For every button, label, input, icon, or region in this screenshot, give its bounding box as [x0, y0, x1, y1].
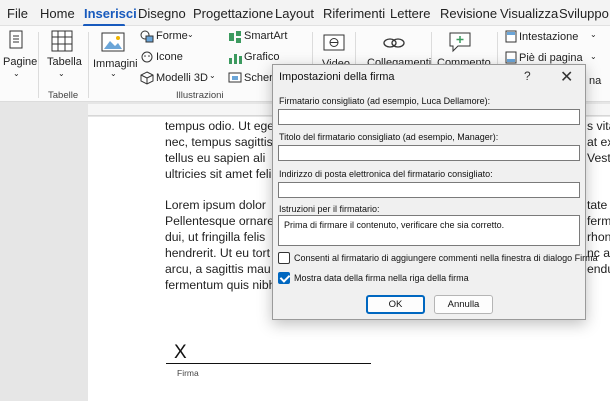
modelli3d-chevron-icon[interactable]: ⌄: [209, 71, 216, 80]
signature-setup-dialog: Impostazioni della firma ? ✕ Firmatario …: [272, 64, 598, 320]
cancel-button[interactable]: Annulla: [434, 295, 493, 314]
document-line-right: Vest: [587, 151, 610, 165]
chart-icon[interactable]: [228, 51, 242, 64]
link-icon[interactable]: [382, 34, 406, 52]
menu-visualizza[interactable]: Visualizza: [500, 6, 558, 21]
show-date-checkbox[interactable]: [278, 272, 290, 284]
ribbon-piedipagina[interactable]: Piè di pagina: [519, 52, 583, 64]
help-icon[interactable]: ?: [524, 69, 531, 83]
table-icon[interactable]: [51, 30, 73, 52]
ribbon-pagine[interactable]: Pagine: [3, 56, 37, 68]
menu-riferimenti[interactable]: Riferimenti: [323, 6, 385, 21]
signature-x-mark: X: [174, 342, 187, 363]
menu-progettazione[interactable]: Progettazione: [193, 6, 273, 21]
ok-button[interactable]: OK: [366, 295, 425, 314]
signer-email-input[interactable]: [278, 182, 580, 198]
header-icon[interactable]: [505, 30, 517, 43]
document-line: ultricies sit amet feli: [165, 167, 272, 181]
document-line: tempus odio. Ut eget: [165, 119, 278, 133]
document-line-right: rhon: [587, 230, 610, 244]
document-line: arcu, a sagittis mau: [165, 262, 271, 276]
signer-email-label: Indirizzo di posta elettronica del firma…: [279, 169, 493, 179]
menu-inserisci[interactable]: Inserisci: [84, 6, 137, 21]
group-illustrazioni-label: Illustrazioni: [176, 90, 224, 101]
signer-title-label: Titolo del firmatario consigliato (ad es…: [279, 132, 499, 142]
tabella-chevron-icon[interactable]: ⌄: [58, 69, 65, 78]
group-divider: [38, 32, 39, 98]
menu-layout[interactable]: Layout: [275, 6, 314, 21]
document-line: Pellentesque ornare: [165, 214, 275, 228]
immagini-chevron-icon[interactable]: ⌄: [110, 69, 117, 78]
document-line-right: at ex: [587, 135, 610, 149]
ribbon-forme[interactable]: Forme: [156, 30, 188, 42]
menu-disegno[interactable]: Disegno: [138, 6, 186, 21]
document-line-right: ferm: [587, 214, 610, 228]
menu-bar: File Home Inserisci Disegno Progettazion…: [0, 0, 610, 27]
ribbon-icone[interactable]: Icone: [156, 51, 183, 63]
group-divider: [88, 32, 89, 98]
suggested-signer-label: Firmatario consigliato (ad esempio, Luca…: [279, 96, 491, 106]
group-tabelle-label: Tabelle: [48, 90, 79, 101]
show-date-label[interactable]: Mostra data della firma nella riga della…: [294, 273, 469, 283]
signature-line[interactable]: [166, 363, 371, 364]
document-line: nec, tempus sagittis: [165, 135, 273, 149]
ribbon-tabella[interactable]: Tabella: [47, 56, 82, 68]
picture-icon[interactable]: [101, 32, 125, 52]
menu-home[interactable]: Home: [40, 6, 75, 21]
piedipagina-chevron-icon[interactable]: ⌄: [590, 52, 597, 61]
allow-comments-checkbox[interactable]: [278, 252, 290, 264]
dialog-title: Impostazioni della firma: [279, 71, 395, 83]
pagine-chevron-icon[interactable]: ⌄: [13, 69, 20, 78]
pages-icon[interactable]: [8, 30, 26, 52]
menu-lettere[interactable]: Lettere: [390, 6, 430, 21]
instructions-textarea[interactable]: Prima di firmare il contenuto, verificar…: [278, 215, 580, 246]
close-icon[interactable]: ✕: [560, 67, 573, 87]
menu-revisione[interactable]: Revisione: [440, 6, 497, 21]
footer-icon[interactable]: [505, 51, 517, 64]
icons-icon[interactable]: [140, 51, 154, 64]
shapes-icon[interactable]: [140, 30, 154, 43]
3d-models-icon[interactable]: [140, 71, 154, 85]
ribbon-smartart[interactable]: SmartArt: [244, 30, 287, 42]
document-line-right: s vita: [587, 119, 610, 133]
comment-icon[interactable]: [448, 31, 472, 53]
document-line-right: tate: [587, 198, 608, 212]
signature-caption: Firma: [177, 368, 199, 378]
ribbon-intestazione[interactable]: Intestazione: [519, 31, 578, 43]
menu-sviluppo[interactable]: Sviluppo: [559, 6, 609, 21]
smartart-icon[interactable]: [228, 30, 242, 43]
ribbon-numero-pagina[interactable]: na: [589, 75, 601, 87]
menu-file[interactable]: File: [7, 6, 28, 21]
forme-chevron-icon[interactable]: ⌄: [187, 30, 194, 39]
ribbon-grafico[interactable]: Grafico: [244, 51, 279, 63]
document-line: fermentum quis nibh: [165, 278, 276, 292]
intestazione-chevron-icon[interactable]: ⌄: [590, 30, 597, 39]
signer-title-input[interactable]: [278, 145, 580, 161]
document-line: Lorem ipsum dolor: [165, 198, 266, 212]
document-line-right: endu: [587, 262, 610, 276]
document-line: tellus eu sapien ali: [165, 151, 266, 165]
instructions-label: Istruzioni per il firmatario:: [279, 204, 380, 214]
screenshot-icon[interactable]: [228, 71, 242, 84]
suggested-signer-input[interactable]: [278, 109, 580, 125]
video-icon[interactable]: [323, 34, 345, 54]
document-line: hendrerit. Ut eu tort: [165, 246, 270, 260]
allow-comments-label[interactable]: Consenti al firmatario di aggiungere com…: [294, 253, 598, 263]
document-line: dui, ut fringilla felis: [165, 230, 266, 244]
ribbon-modelli3d[interactable]: Modelli 3D: [156, 72, 208, 84]
